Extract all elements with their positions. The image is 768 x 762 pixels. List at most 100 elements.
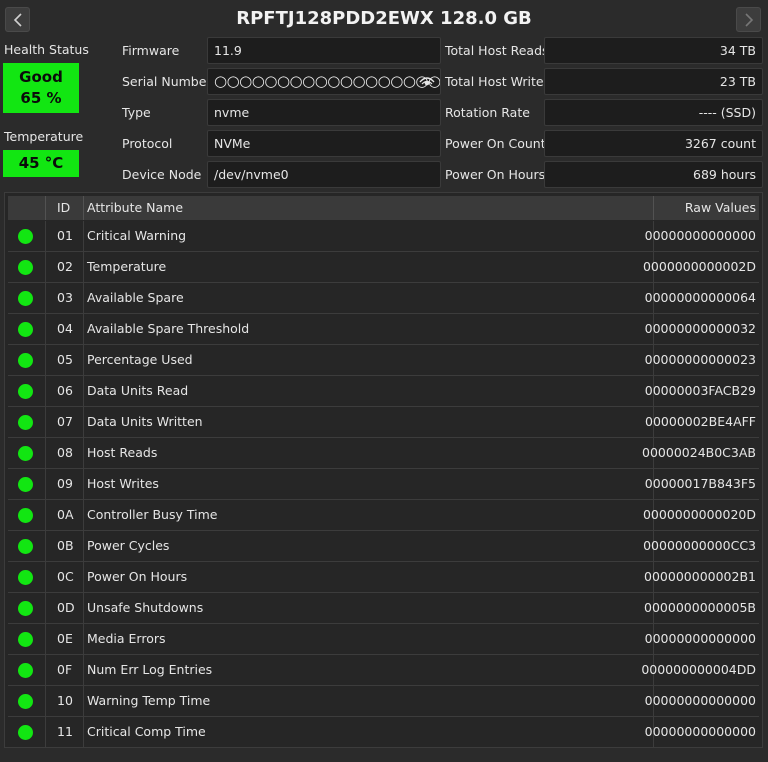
temperature-badge: 45 °C <box>3 150 79 177</box>
attribute-name: Host Writes <box>87 476 159 491</box>
firmware-field: 11.9 <box>207 37 441 64</box>
status-dot-icon <box>18 601 33 616</box>
attribute-raw-value: 00000000000032 <box>644 321 756 336</box>
table-row[interactable]: 0D Unsafe Shutdowns 0000000000005B <box>8 593 759 624</box>
attribute-raw-value: 0000000000020D <box>642 507 756 522</box>
health-value: Good <box>19 68 63 86</box>
attribute-raw-value: 000000000004DD <box>641 662 756 677</box>
attribute-id: 02 <box>57 259 73 274</box>
attribute-id: 0E <box>57 631 73 646</box>
table-row[interactable]: 10 Warning Temp Time 00000000000000 <box>8 686 759 717</box>
table-row[interactable]: 06 Data Units Read 00000003FACB29 <box>8 376 759 407</box>
table-row[interactable]: 0C Power On Hours 000000000002B1 <box>8 562 759 593</box>
attribute-name: Power On Hours <box>87 569 188 584</box>
attribute-raw-value: 00000000000023 <box>644 352 756 367</box>
attribute-raw-value: 00000000000000 <box>644 228 756 243</box>
attribute-id: 01 <box>57 228 73 243</box>
attribute-raw-value: 0000000000005B <box>644 600 756 615</box>
table-row[interactable]: 08 Host Reads 00000024B0C3AB <box>8 438 759 469</box>
health-status-label: Health Status <box>4 42 89 57</box>
table-row[interactable]: 02 Temperature 0000000000002D <box>8 252 759 283</box>
attribute-id: 0F <box>57 662 73 677</box>
attribute-name: Num Err Log Entries <box>87 662 213 677</box>
attribute-name: Data Units Written <box>87 414 203 429</box>
attribute-raw-value: 0000000000002D <box>642 259 756 274</box>
next-disk-button[interactable] <box>736 7 761 32</box>
power-on-hours-field: 689 hours <box>544 161 763 188</box>
attribute-name: Controller Busy Time <box>87 507 218 522</box>
table-row[interactable]: 0E Media Errors 00000000000000 <box>8 624 759 655</box>
status-dot-icon <box>18 446 33 461</box>
chevron-right-icon <box>744 12 753 27</box>
firmware-label: Firmware <box>122 43 180 58</box>
status-dot-icon <box>18 725 33 740</box>
serial-number-masked: ○○○○○○○○○○○○○○○○○○○○○ <box>214 72 441 90</box>
serial-number-field: ○○○○○○○○○○○○○○○○○○○○○ <box>207 68 441 95</box>
attribute-name: Host Reads <box>87 445 158 460</box>
attribute-name: Available Spare Threshold <box>87 321 250 336</box>
column-header-attribute-name[interactable]: Attribute Name <box>87 196 183 220</box>
attribute-raw-value: 00000000000064 <box>644 290 756 305</box>
attribute-name: Warning Temp Time <box>87 693 211 708</box>
type-field: nvme <box>207 99 441 126</box>
protocol-field: NVMe <box>207 130 441 157</box>
status-dot-icon <box>18 539 33 554</box>
column-header-id[interactable]: ID <box>57 196 70 220</box>
status-dot-icon <box>18 632 33 647</box>
type-label: Type <box>122 105 151 120</box>
status-dot-icon <box>18 260 33 275</box>
power-on-hours-label: Power On Hours <box>445 167 546 182</box>
table-row[interactable]: 0F Num Err Log Entries 000000000004DD <box>8 655 759 686</box>
total-host-writes-label: Total Host Writes <box>445 74 551 89</box>
power-on-count-label: Power On Count <box>445 136 546 151</box>
table-row[interactable]: 11 Critical Comp Time 00000000000000 <box>8 717 759 748</box>
table-row[interactable]: 01 Critical Warning 00000000000000 <box>8 221 759 252</box>
attribute-id: 0B <box>57 538 74 553</box>
status-dot-icon <box>18 508 33 523</box>
attribute-raw-value: 00000000000CC3 <box>643 538 756 553</box>
table-row[interactable]: 0A Controller Busy Time 0000000000020D <box>8 500 759 531</box>
protocol-label: Protocol <box>122 136 173 151</box>
attribute-raw-value: 00000024B0C3AB <box>642 445 756 460</box>
status-dot-icon <box>18 477 33 492</box>
attribute-id: 11 <box>57 724 73 739</box>
power-on-count-field: 3267 count <box>544 130 763 157</box>
attribute-id: 09 <box>57 476 73 491</box>
total-host-reads-label: Total Host Reads <box>445 43 549 58</box>
status-dot-icon <box>18 291 33 306</box>
attribute-raw-value: 00000000000000 <box>644 693 756 708</box>
table-row[interactable]: 07 Data Units Written 00000002BE4AFF <box>8 407 759 438</box>
attribute-name: Media Errors <box>87 631 166 646</box>
temperature-label: Temperature <box>4 129 84 144</box>
attribute-name: Temperature <box>87 259 167 274</box>
attribute-raw-value: 00000000000000 <box>644 724 756 739</box>
status-dot-icon <box>18 229 33 244</box>
rotation-rate-field: ---- (SSD) <box>544 99 763 126</box>
attribute-id: 07 <box>57 414 73 429</box>
eye-icon[interactable] <box>419 75 435 88</box>
table-header: ID Attribute Name Raw Values <box>8 196 759 220</box>
attribute-id: 06 <box>57 383 73 398</box>
total-host-writes-field: 23 TB <box>544 68 763 95</box>
table-row[interactable]: 09 Host Writes 00000017B843F5 <box>8 469 759 500</box>
attribute-raw-value: 00000002BE4AFF <box>645 414 756 429</box>
status-dot-icon <box>18 353 33 368</box>
attribute-id: 10 <box>57 693 73 708</box>
attribute-id: 04 <box>57 321 73 336</box>
column-header-raw-values[interactable]: Raw Values <box>685 196 756 220</box>
table-row[interactable]: 05 Percentage Used 00000000000023 <box>8 345 759 376</box>
health-percent: 65 % <box>20 89 62 107</box>
attribute-id: 0A <box>57 507 74 522</box>
serial-number-label: Serial Number <box>122 74 212 89</box>
device-node-field: /dev/nvme0 <box>207 161 441 188</box>
smart-attributes-table: ID Attribute Name Raw Values 01 Critical … <box>4 192 763 748</box>
status-dot-icon <box>18 322 33 337</box>
attribute-id: 03 <box>57 290 73 305</box>
table-row[interactable]: 03 Available Spare 00000000000064 <box>8 283 759 314</box>
status-dot-icon <box>18 663 33 678</box>
table-row[interactable]: 0B Power Cycles 00000000000CC3 <box>8 531 759 562</box>
attribute-raw-value: 00000017B843F5 <box>644 476 756 491</box>
attribute-name: Power Cycles <box>87 538 170 553</box>
table-row[interactable]: 04 Available Spare Threshold 0000000000003… <box>8 314 759 345</box>
rotation-rate-label: Rotation Rate <box>445 105 530 120</box>
